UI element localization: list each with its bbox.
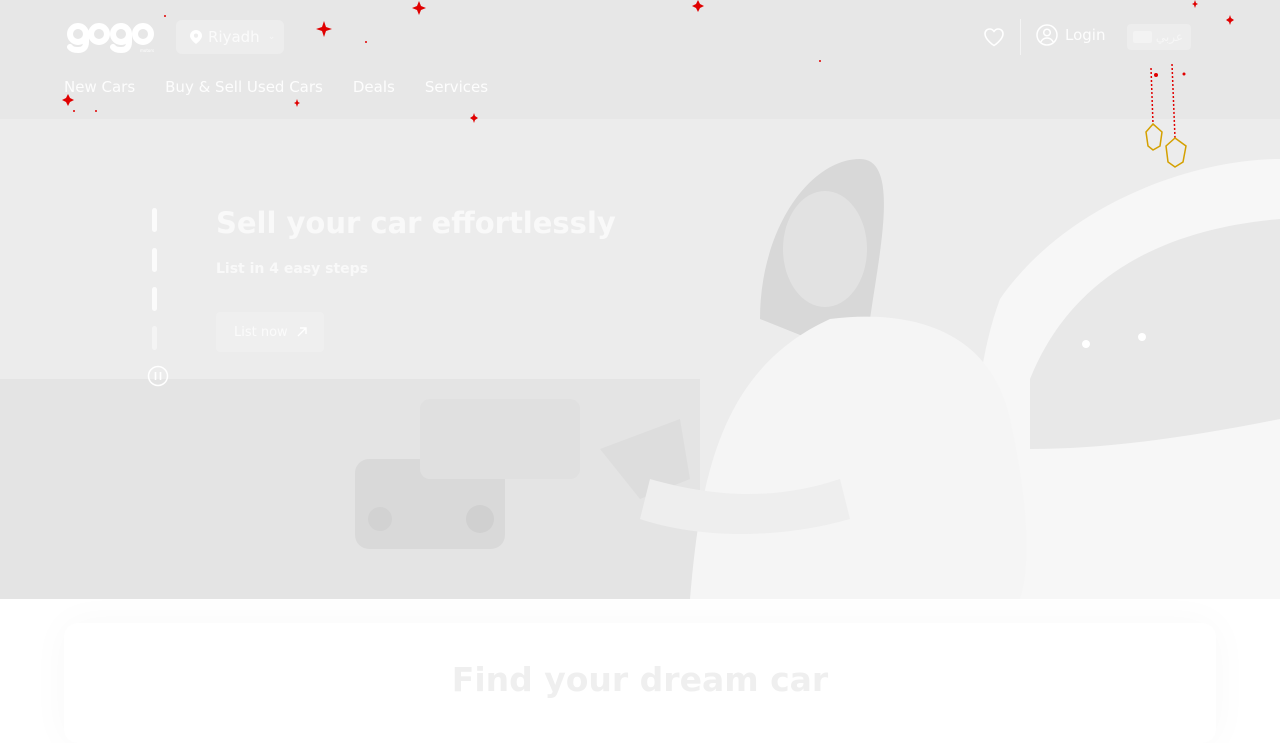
chevron-down-icon: ⌄ [267,32,276,42]
site-header: motors Riyadh ⌄ New Cars Buy & Sell Used… [0,0,1280,119]
login-label: Login [1065,26,1106,44]
gogo-logo[interactable]: motors [66,20,158,54]
header-divider [1020,19,1021,55]
list-now-label: List now [234,324,288,340]
main-nav: New Cars Buy & Sell Used Cars Deals Serv… [64,78,488,96]
nav-item-buy-sell-used-cars[interactable]: Buy & Sell Used Cars [165,78,323,96]
slide-indicator-1[interactable] [152,208,157,232]
user-circle-icon [1036,24,1058,46]
pause-button[interactable] [147,365,169,387]
search-title: Find your dream car [451,660,829,699]
hero-background-image [0,119,1280,599]
nav-item-services[interactable]: Services [425,78,488,96]
nav-item-new-cars[interactable]: New Cars [64,78,135,96]
gogo-logo-mark: motors [67,23,154,54]
city-selector[interactable]: Riyadh ⌄ [176,20,284,54]
slide-indicator-4[interactable] [152,326,157,350]
hero-title: Sell your car effortlessly [216,206,616,240]
pause-icon [147,365,169,387]
list-now-button[interactable]: List now [216,312,324,352]
hero-subtitle: List in 4 easy steps [216,261,369,277]
language-label: عربي [1155,30,1183,44]
slide-indicator-2[interactable] [152,248,157,272]
nav-item-deals[interactable]: Deals [353,78,395,96]
svg-text:motors: motors [140,48,154,53]
arrow-up-right-icon [297,327,307,337]
slide-indicator-3[interactable] [152,287,157,311]
favorites-button[interactable] [982,25,1006,49]
location-pin-icon [190,30,202,44]
heart-icon [984,28,1004,47]
flag-icon [1133,31,1152,43]
login-button[interactable]: Login [1036,24,1105,46]
hero-banner[interactable]: Sell your car effortlessly List in 4 eas… [0,119,1280,599]
language-toggle[interactable]: عربي [1127,24,1191,50]
city-label: Riyadh [208,28,260,46]
